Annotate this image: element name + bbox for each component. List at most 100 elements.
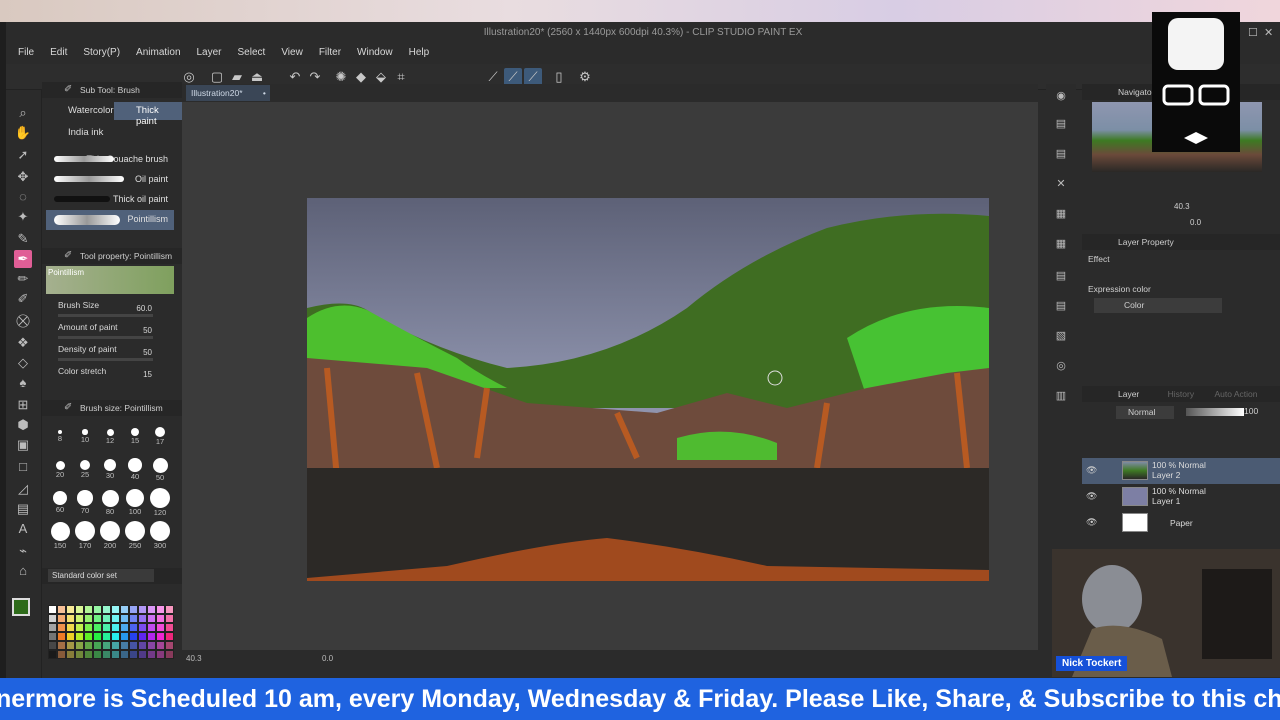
material5-icon[interactable]: ▦ [1053,236,1069,252]
subtab-watercolor[interactable]: Watercolor [46,102,114,120]
palette-swatch[interactable] [156,623,165,632]
brush-size-option[interactable]: 200 [98,521,122,550]
text-icon[interactable]: A [14,520,32,538]
material3-icon[interactable]: ✕ [1053,176,1069,192]
menu-file[interactable]: File [6,44,42,58]
brush-size-option[interactable]: 8 [48,422,72,443]
palette-swatch[interactable] [66,614,75,623]
palette-swatch[interactable] [165,614,174,623]
layer-row-paper[interactable]: 👁 Paper [1082,510,1280,536]
palette-swatch[interactable] [120,605,129,614]
brush-size-option[interactable]: 150 [48,521,72,550]
palette-swatch[interactable] [57,605,66,614]
ruler-icon[interactable]: ▤ [14,500,32,518]
palette-swatch[interactable] [48,650,57,659]
palette-swatch[interactable] [66,650,75,659]
eyedropper-icon[interactable]: ✎ [14,230,32,248]
palette-swatch[interactable] [156,650,165,659]
operation-icon[interactable]: ➚ [14,146,32,164]
palette-swatch[interactable] [120,632,129,641]
palette-swatch[interactable] [66,605,75,614]
menu-edit[interactable]: Edit [42,44,75,58]
menu-help[interactable]: Help [401,44,438,58]
brush-size-option[interactable]: 20 [48,455,72,479]
palette-swatch[interactable] [75,650,84,659]
palette-swatch[interactable] [93,605,102,614]
color-set-select[interactable]: Standard color set [48,569,154,582]
palette-swatch[interactable] [120,614,129,623]
airbrush-icon[interactable]: ⛒ [14,312,32,330]
palette-swatch[interactable] [129,605,138,614]
eye-icon[interactable]: 👁 [1086,465,1097,476]
palette-swatch[interactable] [66,641,75,650]
palette-swatch[interactable] [66,623,75,632]
palette-swatch[interactable] [111,650,120,659]
palette-swatch[interactable] [138,605,147,614]
palette-swatch[interactable] [93,614,102,623]
palette-swatch[interactable] [165,650,174,659]
palette-swatch[interactable] [111,641,120,650]
palette-swatch[interactable] [84,614,93,623]
palette-swatch[interactable] [129,650,138,659]
palette-swatch[interactable] [84,623,93,632]
palette-swatch[interactable] [138,641,147,650]
brush-size-value[interactable]: 60.0 [122,304,152,313]
brush-size-option[interactable]: 50 [148,455,172,482]
palette-swatch[interactable] [165,632,174,641]
material4-icon[interactable]: ▦ [1053,206,1069,222]
palette-swatch[interactable] [48,614,57,623]
palette-swatch[interactable] [147,650,156,659]
palette-swatch[interactable] [120,650,129,659]
fill-tool-icon[interactable]: ⬢ [14,416,32,434]
brush-pointillism[interactable]: Pointillism [46,210,174,230]
brush-size-option[interactable]: 80 [98,488,122,516]
eye-icon[interactable]: 👁 [1086,491,1097,502]
brush-size-option[interactable]: 17 [148,422,172,446]
correct-line-icon[interactable]: ⌂ [14,562,32,580]
navigator-angle[interactable]: 0.0 [1190,218,1201,227]
opacity-slider[interactable] [1186,408,1244,416]
lasso-icon[interactable]: ◌ [14,188,32,206]
brush-oil-paint[interactable]: Oil paint [46,170,174,190]
menu-select[interactable]: Select [230,44,274,58]
brush-size-option[interactable]: 15 [123,422,147,445]
material6-icon[interactable]: ▤ [1053,268,1069,284]
palette-swatch[interactable] [48,605,57,614]
palette-swatch[interactable] [102,632,111,641]
shape-icon[interactable]: □ [14,458,32,476]
density-of-paint-value[interactable]: 50 [122,348,152,357]
material10-icon[interactable]: ▥ [1053,388,1069,404]
navigator-zoom[interactable]: 40.3 [1174,202,1190,211]
decoration-icon[interactable]: ❖ [14,334,32,352]
palette-swatch[interactable] [129,641,138,650]
palette-swatch[interactable] [84,650,93,659]
menu-layer[interactable]: Layer [189,44,230,58]
palette-swatch[interactable] [165,605,174,614]
palette-swatch[interactable] [138,632,147,641]
pen-icon[interactable]: ✒ [14,250,32,268]
brush-size-option[interactable]: 10 [73,422,97,444]
palette-swatch[interactable] [111,614,120,623]
amount-of-paint-slider[interactable] [58,336,153,339]
palette-swatch[interactable] [129,623,138,632]
palette-swatch[interactable] [102,623,111,632]
magic-wand-icon[interactable]: ✦ [14,208,32,226]
menu-story[interactable]: Story(P) [75,44,128,58]
palette-swatch[interactable] [120,641,129,650]
frame-icon[interactable]: ◿ [14,480,32,498]
palette-swatch[interactable] [156,614,165,623]
brush-size-slider[interactable] [58,314,153,317]
palette-swatch[interactable] [75,632,84,641]
balloon-icon[interactable]: ⌁ [14,542,32,560]
angle-readout[interactable]: 0.0 [322,654,333,663]
brush-size-option[interactable]: 170 [73,521,97,550]
palette-swatch[interactable] [48,641,57,650]
amount-of-paint-value[interactable]: 50 [122,326,152,335]
gradient-icon[interactable]: ▣ [14,436,32,454]
figure-icon[interactable]: ⊞ [14,396,32,414]
palette-swatch[interactable] [111,623,120,632]
close-tab-icon[interactable]: • [263,88,266,98]
palette-swatch[interactable] [111,605,120,614]
tab-history[interactable]: History [1168,389,1194,399]
eraser-icon[interactable]: ◇ [14,354,32,372]
